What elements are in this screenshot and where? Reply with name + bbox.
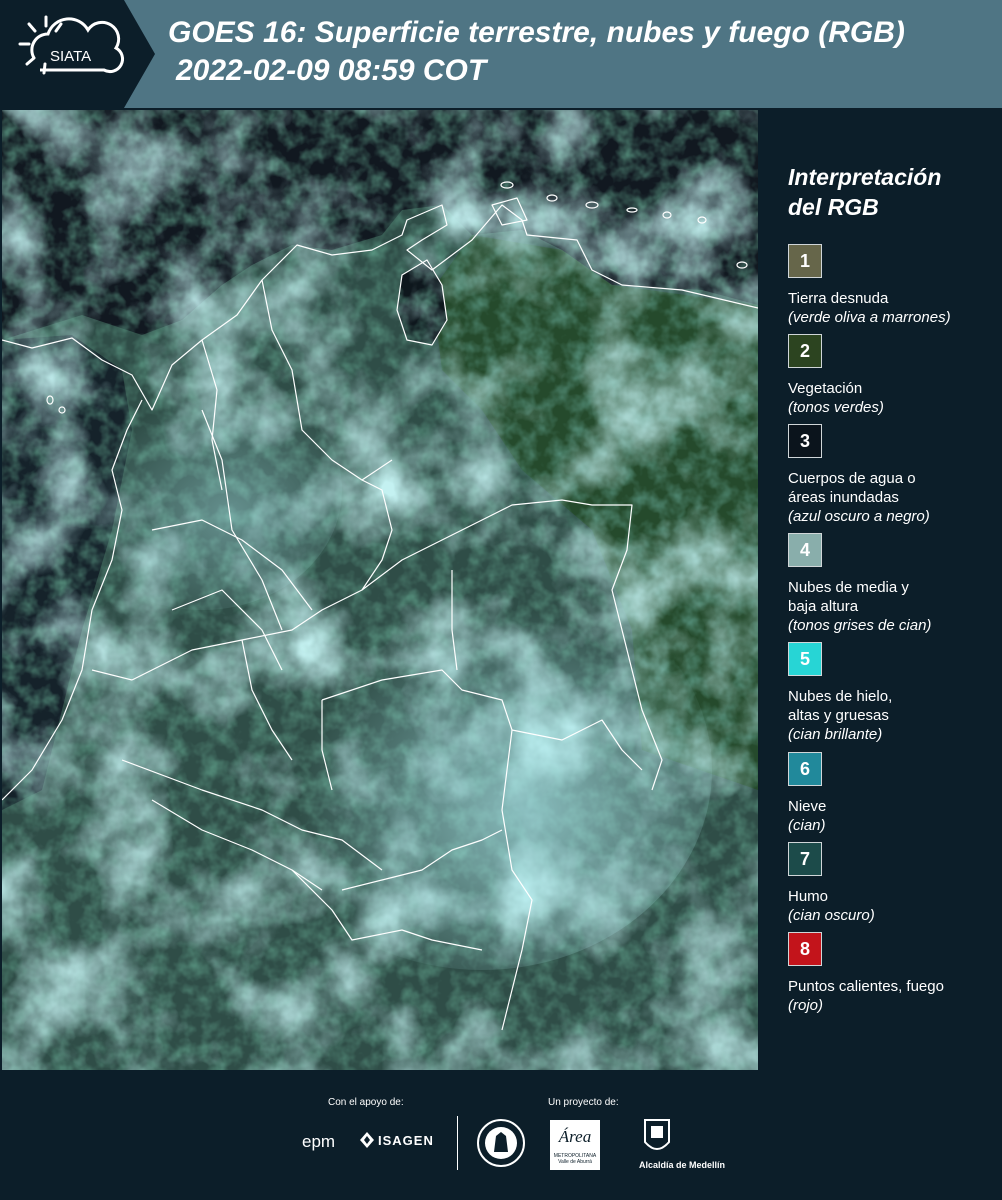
isagen-text: ISAGEN (378, 1132, 434, 1148)
legend-label: Tierra desnuda (788, 290, 889, 307)
legend-swatch: 7 (788, 842, 822, 876)
legend-label: Nubes de media y (788, 579, 909, 596)
legend-item-5: 5 Nubes de hielo, altas y gruesas (cian … (788, 642, 998, 744)
footer: Con el apoyo de: Un proyecto de: epm ISA… (0, 1070, 1002, 1200)
legend-item-7: 7 Humo (cian oscuro) (788, 842, 998, 925)
legend-hint: (cian brillante) (788, 726, 883, 743)
satellite-image (2, 110, 758, 1070)
title-line-1: GOES 16: Superficie terrestre, nubes y f… (168, 16, 905, 49)
legend-label: Nubes de hielo, (788, 688, 893, 705)
legend-swatch: 2 (788, 334, 822, 368)
title-line-2: 2022-02-09 08:59 COT (176, 54, 487, 87)
project-label: Un proyecto de: (548, 1097, 619, 1108)
medellin-shield-icon (644, 1119, 670, 1150)
area-logo-sub-2: Valle de Aburrá (558, 1159, 592, 1165)
legend-hint: (tonos verdes) (788, 399, 884, 416)
legend-title-line-2: del RGB (788, 194, 879, 220)
legend-swatch: 1 (788, 244, 822, 278)
legend-item-2: 2 Vegetación (tonos verdes) (788, 334, 998, 417)
legend-item-3: 3 Cuerpos de agua o áreas inundadas (azu… (788, 424, 998, 526)
legend-hint: (rojo) (788, 997, 824, 1014)
legend-title: Interpretación del RGB (788, 162, 941, 222)
page-title: GOES 16: Superficie terrestre, nubes y f… (168, 14, 998, 90)
isagen-icon (360, 1132, 374, 1148)
legend-label-2: áreas inundadas (788, 489, 899, 506)
area-logo-text: Área (558, 1127, 592, 1146)
legend-swatch: 3 (788, 424, 822, 458)
legend-hint: (cian) (788, 817, 826, 834)
medellin-text: Alcaldía de Medellín (639, 1160, 726, 1170)
support-label: Con el apoyo de: (328, 1097, 404, 1108)
legend-label: Cuerpos de agua o (788, 470, 916, 487)
legend-label: Humo (788, 888, 829, 905)
isagen-logo: ISAGEN (360, 1132, 434, 1148)
legend-item-1: 1 Tierra desnuda (verde oliva a marrones… (788, 244, 998, 327)
legend-label-2: altas y gruesas (788, 707, 889, 724)
legend-swatch: 6 (788, 752, 822, 786)
legend-hint: (verde oliva a marrones) (788, 309, 951, 326)
legend-title-line-1: Interpretación (788, 164, 942, 190)
legend-item-4: 4 Nubes de media y baja altura (tonos gr… (788, 533, 998, 635)
footer-divider (457, 1116, 458, 1170)
legend-label: Puntos calientes, fuego (788, 978, 944, 995)
rgb-legend: Interpretación del RGB 1 Tierra desnuda … (762, 110, 1002, 1070)
epm-logo: epm (302, 1132, 336, 1151)
legend-swatch: 4 (788, 533, 822, 567)
legend-label: Vegetación (788, 380, 863, 397)
legend-swatch: 5 (788, 642, 822, 676)
legend-hint: (azul oscuro a negro) (788, 508, 930, 525)
legend-hint: (tonos grises de cian) (788, 617, 932, 634)
legend-hint: (cian oscuro) (788, 907, 875, 924)
legend-label-2: baja altura (788, 598, 859, 615)
legend-swatch: 8 (788, 932, 822, 966)
legend-item-6: 6 Nieve (cian) (788, 752, 998, 835)
header-bar: SIATA GOES 16: Superficie terrestre, nub… (0, 0, 1002, 108)
legend-item-8: 8 Puntos calientes, fuego (rojo) (788, 932, 998, 1015)
siata-logo-text: SIATA (50, 48, 91, 65)
legend-label: Nieve (788, 798, 827, 815)
siata-logo: SIATA (0, 0, 155, 108)
antioquia-seal-icon (477, 1119, 525, 1167)
satellite-map[interactable] (2, 110, 758, 1070)
area-metropolitana-logo: Área METROPOLITANA Valle de Aburrá (550, 1120, 600, 1170)
